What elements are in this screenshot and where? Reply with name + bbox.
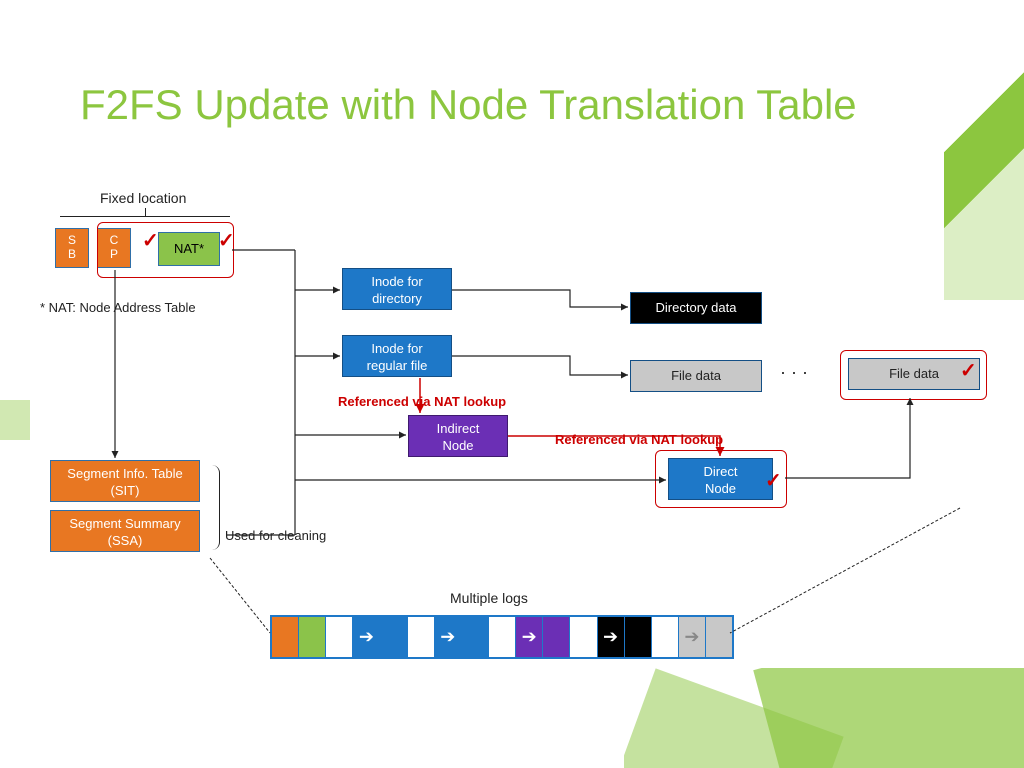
ref-nat-label-1: Referenced via NAT lookup	[338, 394, 506, 409]
log-segment	[381, 617, 408, 657]
check-icon: ✓	[960, 358, 977, 383]
sb-box: S B	[55, 228, 89, 268]
log-segment: ➔	[679, 617, 706, 657]
log-strip: ➔ ➔ ➔ ➔ ➔	[270, 615, 734, 659]
arrow-icon: ➔	[522, 627, 537, 648]
ellipsis-label: · · ·	[780, 362, 808, 383]
log-segment	[570, 617, 597, 657]
decoration-left	[0, 400, 30, 440]
slide: F2FS Update with Node Translation Table …	[0, 0, 1024, 768]
decoration-right	[944, 0, 1024, 300]
fixed-location-label: Fixed location	[100, 190, 186, 206]
log-segment	[652, 617, 679, 657]
brace-right	[205, 465, 220, 550]
log-segment	[625, 617, 652, 657]
log-segment	[408, 617, 435, 657]
log-segment	[326, 617, 353, 657]
log-segment	[299, 617, 326, 657]
log-segment	[489, 617, 516, 657]
indirect-node-box: Indirect Node	[408, 415, 508, 457]
slide-title: F2FS Update with Node Translation Table	[80, 80, 857, 130]
log-segment: ➔	[598, 617, 625, 657]
log-segment	[462, 617, 489, 657]
multiple-logs-label: Multiple logs	[450, 590, 528, 606]
log-segment	[543, 617, 570, 657]
log-segment: ➔	[516, 617, 543, 657]
direct-node-box: Direct Node	[668, 458, 773, 500]
check-icon: ✓	[218, 228, 235, 253]
nat-box: NAT*	[158, 232, 220, 266]
sit-box: Segment Info. Table (SIT)	[50, 460, 200, 502]
inode-regular-file-box: Inode for regular file	[342, 335, 452, 377]
log-segment	[272, 617, 299, 657]
arrow-icon: ➔	[440, 627, 455, 648]
inode-directory-box: Inode for directory	[342, 268, 452, 310]
check-icon: ✓	[765, 468, 782, 493]
check-icon: ✓	[142, 228, 159, 253]
log-segment: ➔	[435, 617, 462, 657]
directory-data-box: Directory data	[630, 292, 762, 324]
arrow-icon: ➔	[603, 627, 618, 648]
ref-nat-label-2: Referenced via NAT lookup	[555, 432, 723, 447]
cleaning-label: Used for cleaning	[225, 528, 326, 543]
arrow-icon: ➔	[359, 627, 374, 648]
ssa-box: Segment Summary (SSA)	[50, 510, 200, 552]
file-data-box-1: File data	[630, 360, 762, 392]
arrow-icon: ➔	[684, 627, 699, 648]
log-segment	[706, 617, 732, 657]
log-segment: ➔	[353, 617, 380, 657]
nat-footnote: * NAT: Node Address Table	[40, 300, 196, 315]
decoration-bottom	[624, 668, 1024, 768]
